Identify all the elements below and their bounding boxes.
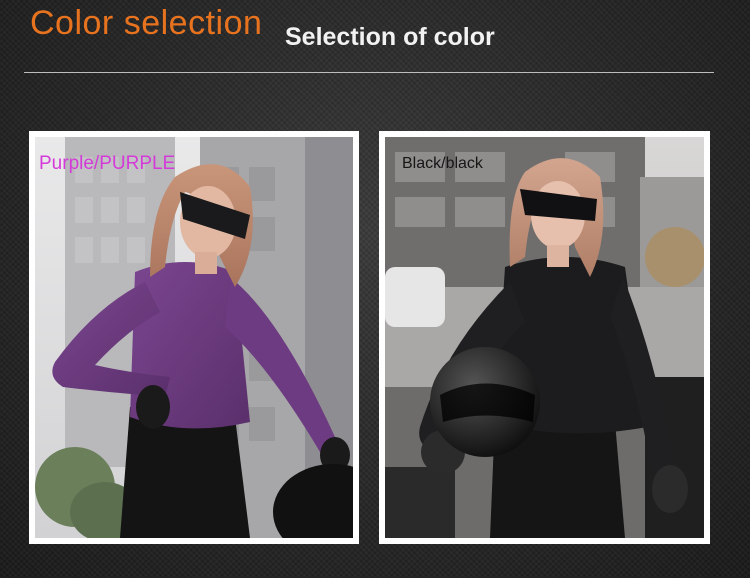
- page-subtitle: Selection of color: [285, 23, 495, 51]
- black-model-image: [385, 137, 704, 538]
- black-option-label: Black/black: [402, 155, 483, 172]
- black-jacket-photo: Black/black: [385, 137, 704, 538]
- color-option-black-card[interactable]: Black/black: [379, 131, 710, 544]
- color-option-purple-card[interactable]: Purple/PURPLE: [29, 131, 359, 544]
- header-divider: [24, 72, 714, 73]
- purple-model-image: [35, 137, 353, 538]
- purple-option-label: Purple/PURPLE: [39, 153, 176, 174]
- page-title: Color selection: [30, 4, 263, 42]
- purple-jacket-photo: Purple/PURPLE: [35, 137, 353, 538]
